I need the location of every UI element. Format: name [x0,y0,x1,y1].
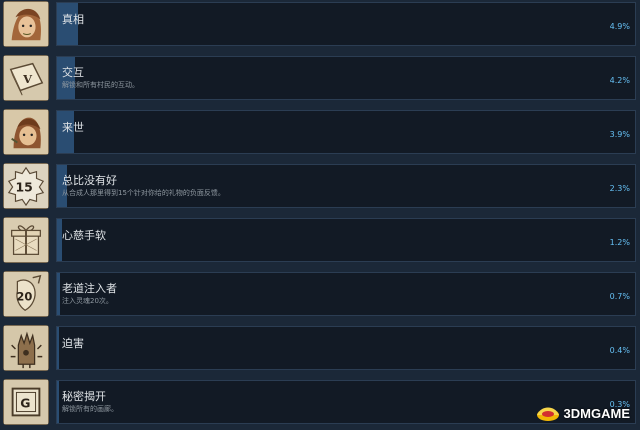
achievement-description: 从合成人那里得到15个针对你给的礼物的负面反馈。 [62,189,225,197]
svg-text:20: 20 [16,290,32,304]
achievement-title: 迫害 [62,337,84,350]
achievement-title: 来世 [62,121,84,134]
portrait-icon [3,1,49,47]
achievement-title: 交互 [62,66,84,79]
achievement-row[interactable]: 来世 3.9% [0,108,640,160]
achievement-row[interactable]: V 交互 解锁和所有村民的互动。 4.2% [0,54,640,106]
achievement-description: 注入灵魂20次。 [62,297,113,305]
progress-bar [57,273,60,315]
achievement-row[interactable]: 15 总比没有好 从合成人那里得到15个针对你给的礼物的负面反馈。 2.3% [0,162,640,214]
achievement-panel: 来世 3.9% [56,110,636,154]
progress-bar [57,381,59,423]
portrait-icon [3,109,49,155]
achievement-description: 解锁和所有村民的互动。 [62,81,139,89]
book-icon: V [3,55,49,101]
achievement-title: 总比没有好 [62,174,117,187]
achievement-panel: 交互 解锁和所有村民的互动。 4.2% [56,56,636,100]
unlock-percent: 3.9% [609,130,630,139]
achievement-title: 心慈手软 [62,229,106,242]
unlock-percent: 0.7% [609,292,630,301]
achievement-title: 秘密揭开 [62,390,106,403]
badge-20-icon: 20 [3,271,49,317]
watermark-text: 3DMGAME [563,405,630,421]
svg-text:V: V [22,72,33,86]
achievement-panel: 真相 4.9% [56,2,636,46]
progress-bar [57,327,59,369]
svg-text:G: G [20,396,30,411]
gift-box-icon [3,217,49,263]
unlock-percent: 4.9% [609,22,630,31]
unlock-percent: 4.2% [609,76,630,85]
spiked-hand-icon [3,325,49,371]
achievement-row[interactable]: 迫害 0.4% [0,324,640,376]
achievement-row[interactable]: 真相 4.9% [0,0,640,52]
achievement-row[interactable]: 心慈手软 1.2% [0,216,640,268]
watermark: 3DMGAME [535,403,630,423]
badge-15-icon: 15 [3,163,49,209]
achievement-description: 解锁所有的画廊。 [62,405,118,413]
svg-text:15: 15 [15,180,32,195]
achievement-title: 真相 [62,13,84,26]
achievement-panel: 心慈手软 1.2% [56,218,636,262]
gallery-g-icon: G [3,379,49,425]
achievement-title: 老道注入者 [62,282,117,295]
achievement-row[interactable]: 20 老道注入者 注入灵魂20次。 0.7% [0,270,640,322]
achievement-panel: 老道注入者 注入灵魂20次。 0.7% [56,272,636,316]
unlock-percent: 0.4% [609,346,630,355]
watermark-logo-icon [536,407,559,421]
unlock-percent: 1.2% [609,238,630,247]
achievement-panel: 总比没有好 从合成人那里得到15个针对你给的礼物的负面反馈。 2.3% [56,164,636,208]
unlock-percent: 2.3% [609,184,630,193]
achievement-panel: 迫害 0.4% [56,326,636,370]
